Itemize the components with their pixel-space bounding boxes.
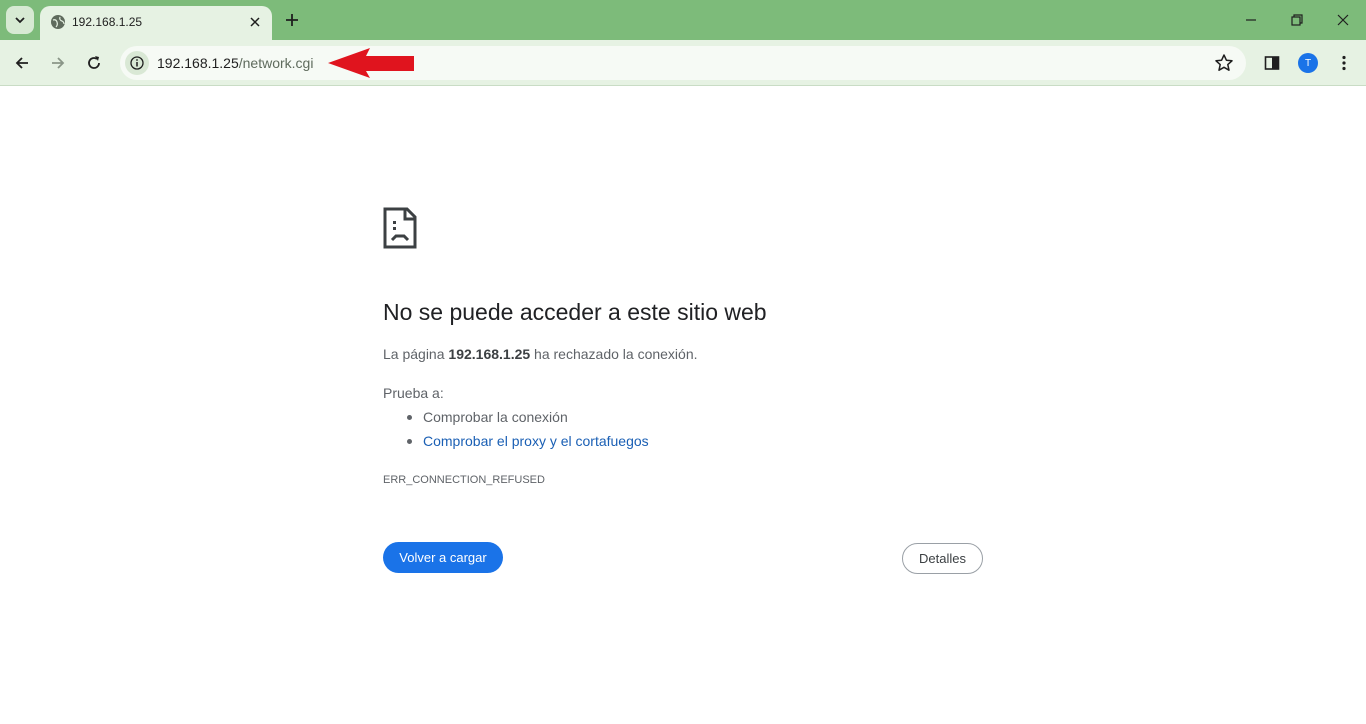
more-vertical-icon (1342, 55, 1346, 71)
minimize-icon (1246, 19, 1256, 21)
error-title: No se puede acceder a este sitio web (383, 299, 767, 325)
tab-close-button[interactable] (246, 13, 264, 31)
details-button[interactable]: Detalles (902, 543, 983, 574)
url-host: 192.168.1.25 (157, 55, 239, 71)
close-icon (1337, 14, 1349, 26)
suggestion-check-proxy-link[interactable]: Comprobar el proxy y el cortafuegos (407, 432, 649, 450)
error-code: ERR_CONNECTION_REFUSED (383, 474, 545, 486)
toolbar: 192.168.1.25/network.cgi (0, 40, 1366, 86)
side-panel-button[interactable] (1258, 49, 1286, 77)
try-label: Prueba a: (383, 385, 444, 401)
address-bar[interactable]: 192.168.1.25/network.cgi (120, 46, 1246, 80)
url-path: /network.cgi (238, 55, 314, 71)
red-arrow-annotation (328, 48, 414, 78)
reload-button[interactable] (78, 47, 110, 79)
globe-icon (51, 15, 65, 29)
tab-active[interactable]: 192.168.1.25 (40, 6, 272, 40)
side-panel-icon (1264, 56, 1280, 70)
tab-strip: 192.168.1.25 (0, 0, 1366, 40)
reload-page-button[interactable]: Volver a cargar (383, 542, 503, 573)
menu-button[interactable] (1330, 49, 1358, 77)
chevron-down-icon (15, 17, 25, 24)
error-desc-host: 192.168.1.25 (448, 346, 531, 362)
restore-button[interactable] (1282, 6, 1312, 34)
error-desc-suffix: ha rechazado la conexión. (534, 346, 698, 362)
arrow-left-icon (15, 57, 28, 69)
error-description: La página 192.168.1.25 ha rechazado la c… (383, 345, 698, 363)
plus-icon (286, 14, 298, 26)
new-tab-button[interactable] (280, 8, 304, 32)
close-window-button[interactable] (1328, 6, 1358, 34)
tab-search-button[interactable] (6, 6, 34, 34)
sad-document-icon (383, 207, 417, 249)
profile-avatar[interactable]: T (1298, 53, 1318, 73)
bookmark-star-icon[interactable] (1214, 53, 1234, 73)
reload-icon (88, 56, 100, 69)
suggestion-check-connection: Comprobar la conexión (407, 409, 568, 425)
site-info-button[interactable] (125, 51, 149, 75)
restore-icon (1291, 14, 1303, 26)
url-text[interactable]: 192.168.1.25/network.cgi (157, 55, 313, 71)
arrow-right-icon (52, 57, 65, 69)
close-icon (250, 17, 260, 27)
forward-button[interactable] (42, 47, 74, 79)
tab-title: 192.168.1.25 (72, 15, 143, 29)
error-desc-prefix: La página (383, 346, 445, 362)
info-icon (130, 56, 144, 70)
back-button[interactable] (6, 47, 38, 79)
minimize-button[interactable] (1236, 6, 1266, 34)
